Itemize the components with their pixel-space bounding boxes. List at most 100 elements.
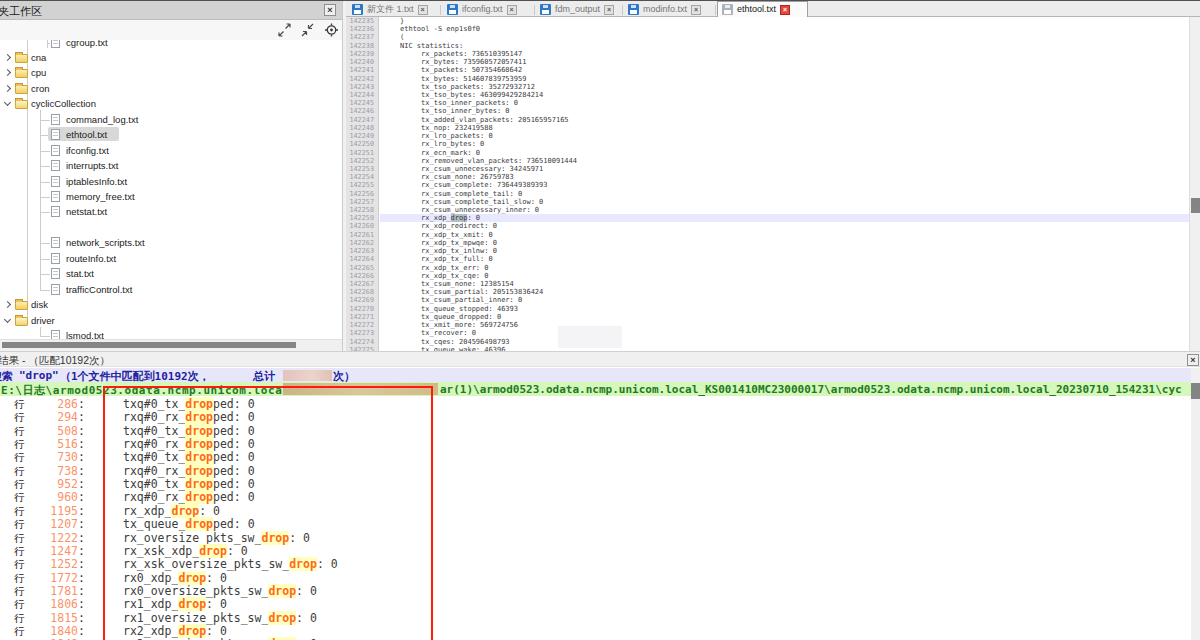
result-line-number: 508 [36, 425, 78, 438]
tree-hscroll-thumb[interactable] [2, 342, 296, 348]
editor-line: rx_csum_none: 26759783 [380, 173, 1189, 181]
tree-item-netstat-txt[interactable]: netstat.txt [0, 205, 342, 219]
collapse-all-icon[interactable] [300, 23, 315, 37]
file-icon [51, 268, 60, 279]
tree-item-lsmod-txt[interactable]: lsmod.txt [0, 329, 342, 339]
gutter-line-number: 142258 [346, 206, 378, 214]
annotation-red-box [103, 386, 433, 640]
editor-line: rx_xdp_drop: 0 [380, 214, 1189, 222]
editor-line: tx_csum_none: 12385154 [380, 280, 1189, 288]
gutter-line-number: 142268 [346, 288, 378, 296]
editor-line: NIC statistics: [380, 42, 1189, 50]
result-line-number: 1840 [36, 625, 78, 638]
gutter-line-number: 142235 [346, 17, 378, 25]
editor-text-area[interactable]: }ethtool -S enp1s0f0(NIC statistics: rx_… [380, 17, 1189, 351]
gutter-line-number: 142241 [346, 66, 378, 74]
tab-ifconfig-txt[interactable]: ifconfig.txt× [443, 2, 535, 17]
colon: : [78, 491, 85, 504]
tab-close-icon[interactable]: × [604, 5, 614, 15]
chevron-down-icon[interactable] [4, 316, 11, 323]
gutter-line-number: 142249 [346, 132, 378, 140]
results-vertical-scrollbar[interactable] [1191, 368, 1200, 640]
tab--1-txt[interactable]: 新文件 1.txt × [348, 2, 441, 17]
tab-close-icon[interactable]: × [507, 5, 517, 15]
tree-item-cpu[interactable]: cpu [0, 66, 342, 80]
tab-ethtool-txt[interactable]: ethtool.txt× [717, 1, 808, 17]
locate-file-icon[interactable] [324, 23, 339, 37]
editor-panel: 新文件 1.txt×ifconfig.txt×fdm_output×modinf… [346, 1, 1200, 351]
result-line-number: 294 [36, 411, 78, 424]
file-icon [51, 330, 60, 339]
folder-icon [15, 317, 28, 326]
chevron-right-icon[interactable] [4, 54, 11, 61]
tab-label: 新文件 1.txt [367, 4, 414, 15]
workspace-titlebar[interactable]: 文件夹工作区 × [0, 1, 342, 20]
result-line-number: 1195 [36, 505, 78, 518]
editor-line: rx_xdp_tx_err: 0 [380, 264, 1189, 272]
tree-item-disk[interactable]: disk [0, 298, 342, 312]
tab-modinfo-txt[interactable]: modinfo.txt× [624, 2, 716, 17]
gutter-line-number: 142252 [346, 157, 378, 165]
tree-item-cna[interactable]: cna [0, 51, 342, 65]
file-icon [51, 160, 60, 171]
tree-item-memory-free-txt[interactable]: memory_free.txt [0, 190, 342, 204]
editor-line: tx_packets: 507354668642 [380, 66, 1189, 74]
chevron-right-icon[interactable] [4, 85, 11, 92]
tree-item-label: netstat.txt [66, 206, 107, 217]
chevron-right-icon[interactable] [4, 301, 11, 308]
tree-item-stat-txt[interactable]: stat.txt [0, 267, 342, 281]
colon: : [78, 612, 85, 625]
tree-item-label: network_scripts.txt [66, 237, 145, 248]
gutter-line-number: 142240 [346, 58, 378, 66]
file-icon [51, 206, 60, 217]
gutter-line-number: 142265 [346, 264, 378, 272]
workspace-close-icon[interactable]: × [324, 4, 336, 16]
editor-line: rx_xdp_tx_mpwqe: 0 [380, 239, 1189, 247]
tree-horizontal-scrollbar[interactable] [0, 339, 342, 349]
chevron-down-icon[interactable] [4, 99, 11, 106]
tab-close-icon[interactable]: × [691, 5, 701, 15]
tab-separator [622, 5, 623, 15]
editor-line: } [380, 17, 1189, 25]
save-floppy-icon [628, 4, 639, 15]
gutter-line-number: 142256 [346, 190, 378, 198]
tree-item-network-scripts-txt[interactable]: network_scripts.txt [0, 236, 342, 250]
tree-item-command-log-txt[interactable]: command_log.txt [0, 113, 342, 127]
editor-line: rx_xdp_redirect: 0 [380, 222, 1189, 230]
tab-fdm-output[interactable]: fdm_output× [536, 2, 623, 17]
tree-item-cron[interactable]: cron [0, 82, 342, 96]
tree-item-label: cron [31, 83, 49, 94]
colon: : [78, 398, 85, 411]
tab-close-icon[interactable]: × [780, 5, 790, 15]
save-floppy-icon [540, 4, 551, 15]
colon: : [78, 585, 85, 598]
expand-all-icon[interactable] [277, 23, 292, 37]
gutter-line-number: 142260 [346, 222, 378, 230]
tree-item-ifconfig-txt[interactable]: ifconfig.txt [0, 144, 342, 158]
tree-item-ethtool-txt[interactable]: ethtool.txt [0, 128, 342, 142]
editor-vertical-scrollbar[interactable] [1189, 17, 1200, 351]
colon: : [78, 572, 85, 585]
tree-item-routeInfo-txt[interactable]: routeInfo.txt [0, 252, 342, 266]
gutter-line-number: 142257 [346, 198, 378, 206]
file-icon [51, 129, 60, 140]
results-vscroll-thumb[interactable] [1191, 383, 1200, 399]
editor-vscroll-thumb[interactable] [1191, 198, 1200, 213]
tree-item-trafficControl-txt[interactable]: trafficControl.txt [0, 283, 342, 297]
gutter-line-number: 142272 [346, 321, 378, 329]
tree-item-cyclicCollection[interactable]: cyclicCollection [0, 97, 342, 111]
tree-item-cgroup-txt[interactable]: cgroup.txt [0, 40, 342, 50]
colon: : [78, 411, 85, 424]
workspace-file-tree[interactable]: cgroup.txtcnacpu cron cyclicCollection comm… [0, 40, 342, 339]
tab-close-icon[interactable]: × [418, 5, 428, 15]
gutter-line-number: 142245 [346, 99, 378, 107]
tree-item-iptablesInfo-txt[interactable]: iptablesInfo.txt [0, 175, 342, 189]
save-floppy-icon [722, 4, 733, 15]
gutter-line-number: 142266 [346, 272, 378, 280]
colon: : [78, 532, 85, 545]
tree-item-interrupts-txt[interactable]: interrupts.txt [0, 159, 342, 173]
chevron-right-icon[interactable] [4, 69, 11, 76]
gutter-line-number: 142243 [346, 83, 378, 91]
tree-item-driver[interactable]: driver [0, 314, 342, 328]
gutter-line-number: 142236 [346, 25, 378, 33]
